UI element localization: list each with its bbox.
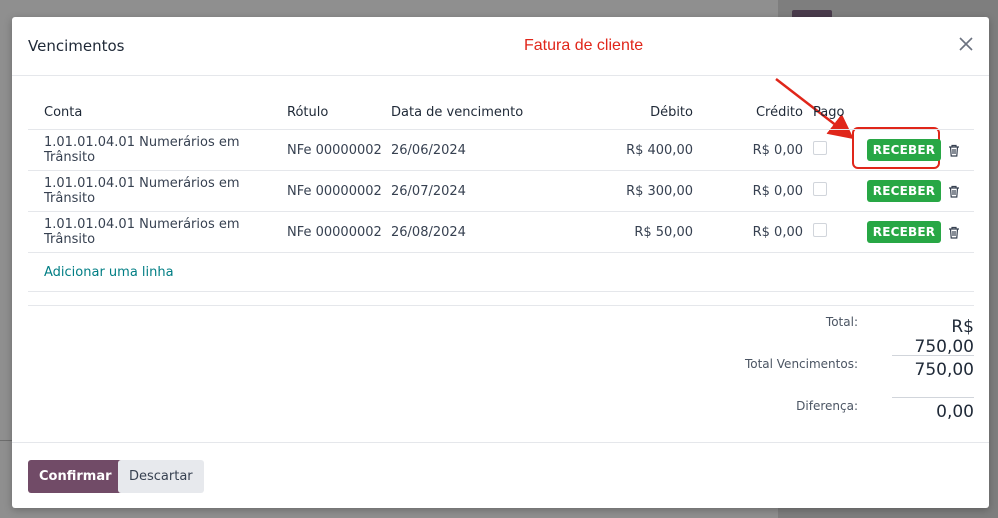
annotation-text: Fatura de cliente bbox=[524, 37, 644, 54]
cell-rotulo: NFe 00000002 bbox=[287, 142, 382, 158]
confirm-button[interactable]: Confirmar bbox=[28, 460, 123, 493]
table-row[interactable]: 1.01.01.04.01 Numerários em Trânsito NFe… bbox=[28, 171, 974, 212]
total-vencimentos-value: 750,00 bbox=[892, 355, 974, 380]
cell-rotulo: NFe 00000002 bbox=[287, 224, 382, 240]
dialog-header: Vencimentos Fatura de cliente bbox=[12, 17, 989, 76]
cell-rotulo: NFe 00000002 bbox=[287, 183, 382, 199]
receber-button[interactable]: RECEBER bbox=[866, 139, 942, 161]
table-row[interactable]: 1.01.01.04.01 Numerários em Trânsito NFe… bbox=[28, 212, 974, 253]
dialog-footer: Confirmar Descartar bbox=[12, 442, 989, 509]
background-divider bbox=[0, 440, 12, 441]
cell-data: 26/07/2024 bbox=[391, 183, 466, 199]
pago-checkbox-cell bbox=[803, 223, 849, 241]
cell-debito: R$ 50,00 bbox=[634, 224, 693, 240]
cell-credito: R$ 0,00 bbox=[752, 142, 803, 158]
cell-data: 26/06/2024 bbox=[391, 142, 466, 158]
cell-credito: R$ 0,00 bbox=[752, 224, 803, 240]
totals-divider bbox=[28, 305, 974, 306]
cell-credito: R$ 0,00 bbox=[752, 183, 803, 199]
header-data: Data de vencimento bbox=[391, 104, 524, 120]
discard-button[interactable]: Descartar bbox=[118, 460, 204, 493]
receber-button[interactable]: RECEBER bbox=[866, 180, 942, 202]
cell-debito: R$ 400,00 bbox=[626, 142, 693, 158]
add-line-row: Adicionar uma linha bbox=[28, 253, 974, 292]
diferenca-value: 0,00 bbox=[892, 397, 974, 422]
vencimentos-dialog: Vencimentos Fatura de cliente Conta Rótu… bbox=[12, 17, 989, 508]
trash-icon[interactable] bbox=[939, 185, 969, 198]
total-row: Total: R$ 750,00 bbox=[652, 313, 974, 357]
header-debito: Débito bbox=[650, 104, 693, 120]
pago-checkbox[interactable] bbox=[813, 182, 827, 196]
receber-cell: RECEBER bbox=[849, 221, 942, 243]
receber-button[interactable]: RECEBER bbox=[866, 221, 942, 243]
header-credito: Crédito bbox=[755, 104, 803, 120]
vencimentos-table: Conta Rótulo Data de vencimento Débito C… bbox=[28, 95, 974, 292]
cell-conta: 1.01.01.04.01 Numerários em Trânsito bbox=[44, 176, 240, 206]
pago-checkbox-cell bbox=[803, 141, 849, 159]
cell-conta: 1.01.01.04.01 Numerários em Trânsito bbox=[44, 217, 240, 247]
trash-icon[interactable] bbox=[939, 144, 969, 157]
header-rotulo: Rótulo bbox=[287, 104, 329, 120]
cell-data: 26/08/2024 bbox=[391, 224, 466, 240]
table-header: Conta Rótulo Data de vencimento Débito C… bbox=[28, 95, 974, 130]
diferenca-row: Diferença: 0,00 bbox=[652, 397, 974, 439]
totals-section: Total: R$ 750,00 Total Vencimentos: 750,… bbox=[652, 313, 974, 439]
receber-cell: RECEBER bbox=[849, 139, 942, 161]
dialog-title: Vencimentos bbox=[28, 37, 125, 55]
total-vencimentos-row: Total Vencimentos: 750,00 bbox=[652, 355, 974, 397]
total-label: Total: bbox=[825, 315, 858, 329]
cell-conta: 1.01.01.04.01 Numerários em Trânsito bbox=[44, 135, 240, 165]
diferenca-label: Diferença: bbox=[796, 399, 858, 413]
close-icon[interactable] bbox=[957, 35, 975, 53]
total-value: R$ 750,00 bbox=[914, 317, 974, 357]
pago-checkbox[interactable] bbox=[813, 141, 827, 155]
header-pago: Pago bbox=[813, 104, 845, 120]
add-line-link[interactable]: Adicionar uma linha bbox=[28, 265, 174, 280]
pago-checkbox[interactable] bbox=[813, 223, 827, 237]
receber-cell: RECEBER bbox=[849, 180, 942, 202]
header-conta: Conta bbox=[44, 104, 83, 120]
pago-checkbox-cell bbox=[803, 182, 849, 200]
table-row[interactable]: 1.01.01.04.01 Numerários em Trânsito NFe… bbox=[28, 130, 974, 171]
total-vencimentos-label: Total Vencimentos: bbox=[744, 357, 858, 371]
trash-icon[interactable] bbox=[939, 226, 969, 239]
cell-debito: R$ 300,00 bbox=[626, 183, 693, 199]
